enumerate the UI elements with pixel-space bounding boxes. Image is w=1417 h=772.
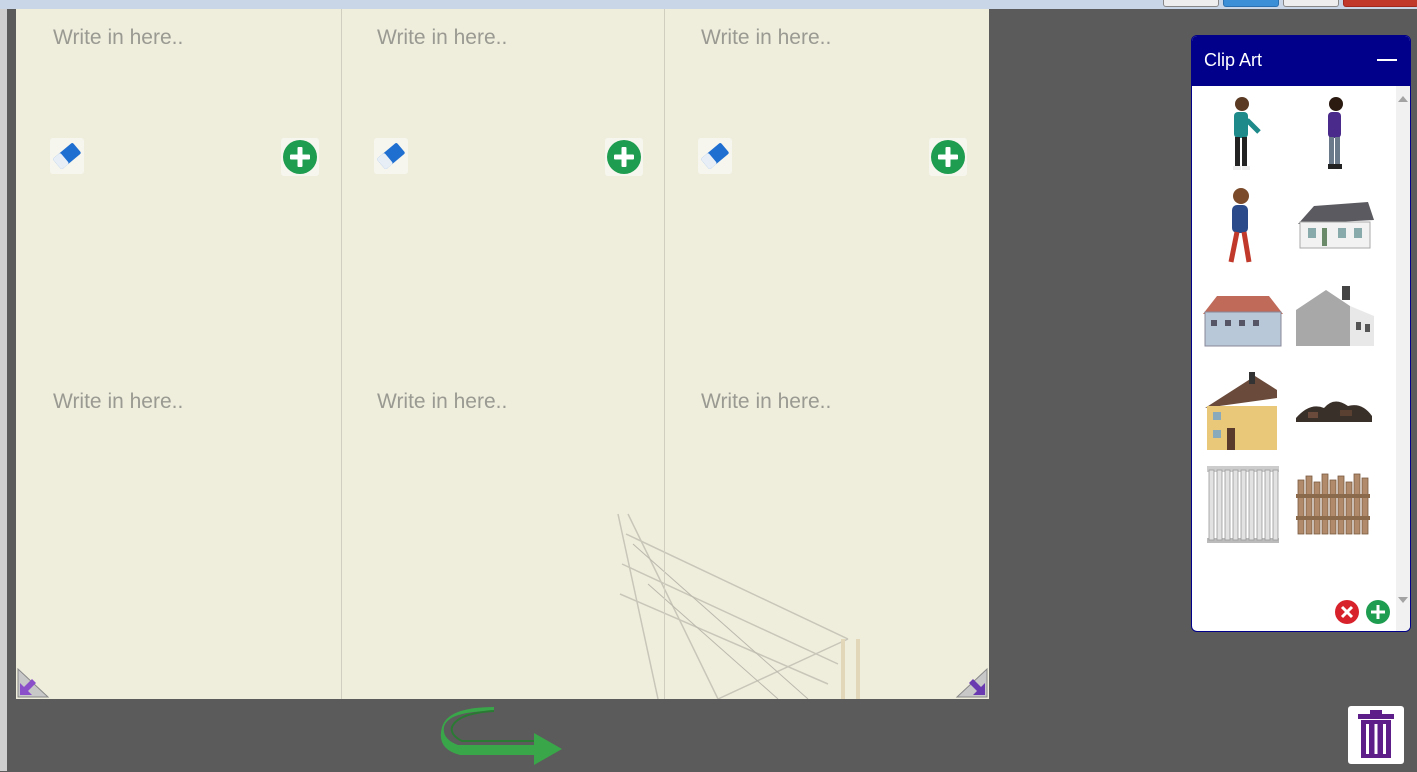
cell-text-input[interactable]: Write in here.. [377,26,507,50]
toolbar-button-4[interactable] [1343,0,1417,7]
clipart-item-white-fence[interactable] [1197,460,1283,546]
clipart-scrollbar[interactable] [1396,86,1410,631]
boy-pointing-icon [1233,97,1261,170]
trash-icon [1358,710,1394,758]
left-edge [0,9,7,771]
clipart-header: Clip Art [1192,36,1410,86]
resize-arrow-icon [17,667,50,698]
cell-text-input[interactable]: Write in here.. [377,390,507,414]
column-divider [341,9,342,699]
white-fence-icon [1207,466,1279,543]
scroll-down-icon[interactable] [1398,597,1408,603]
blue-house-icon [1203,296,1283,347]
eraser-button[interactable] [50,138,84,174]
wooden-fence-icon [1296,473,1370,535]
fence-background-image [617,513,860,699]
add-clipart-library-button[interactable] [1365,599,1391,625]
clipart-item-boy-walking[interactable] [1197,184,1283,270]
clipart-item-wooden-fence[interactable] [1290,460,1376,546]
top-toolbar-strip [0,0,1417,9]
rubble-icon [1296,401,1372,422]
plus-circle-icon [931,140,965,174]
close-circle-icon [1335,600,1359,624]
white-house-icon [1298,202,1374,249]
add-clipart-button[interactable] [605,138,643,176]
eraser-icon [377,143,405,169]
minimize-button[interactable] [1374,48,1400,72]
add-clipart-button[interactable] [281,138,319,176]
rotate-button[interactable] [438,705,568,767]
resize-arrow-icon [955,667,988,698]
eraser-button[interactable] [374,138,408,174]
clipart-item-rubble[interactable] [1290,368,1376,454]
eraser-icon [53,143,81,169]
resize-handle-right[interactable] [955,665,989,699]
eraser-icon [701,143,729,169]
toolbar-button-3[interactable] [1283,0,1339,7]
cell-text-input[interactable]: Write in here.. [701,390,831,414]
plus-circle-icon [283,140,317,174]
girl-walking-icon [1328,97,1343,169]
cell-text-input[interactable]: Write in here.. [53,26,183,50]
clipart-item-blue-house[interactable] [1197,276,1283,362]
cell-text-input[interactable]: Write in here.. [53,390,183,414]
scroll-up-icon[interactable] [1398,96,1408,102]
remove-clipart-button[interactable] [1334,599,1360,625]
clipart-item-girl-walking[interactable] [1290,92,1376,178]
trash-button[interactable] [1348,706,1404,764]
cell-text-input[interactable]: Write in here.. [701,26,831,50]
toolbar-button-1[interactable] [1163,0,1219,7]
clipart-title: Clip Art [1204,50,1263,70]
grey-house-icon [1296,286,1374,346]
plus-circle-icon [1366,600,1390,624]
plus-circle-icon [607,140,641,174]
clipart-item-boy-pointing[interactable] [1197,92,1283,178]
yellow-house-icon [1205,372,1277,450]
clipart-item-grey-house[interactable] [1290,276,1376,362]
boy-walking-icon [1228,188,1252,263]
resize-handle-left[interactable] [16,665,50,699]
eraser-button[interactable] [698,138,732,174]
storyboard-canvas: Write in here.. Write in here.. Write in… [16,9,989,699]
column-divider [664,9,665,699]
clipart-item-yellow-house[interactable] [1197,368,1283,454]
clipart-item-white-house[interactable] [1290,184,1376,270]
add-clipart-button[interactable] [929,138,967,176]
toolbar-button-2[interactable] [1223,0,1279,7]
clipart-panel: Clip Art [1191,35,1411,632]
rotate-arrow-icon [440,707,562,765]
